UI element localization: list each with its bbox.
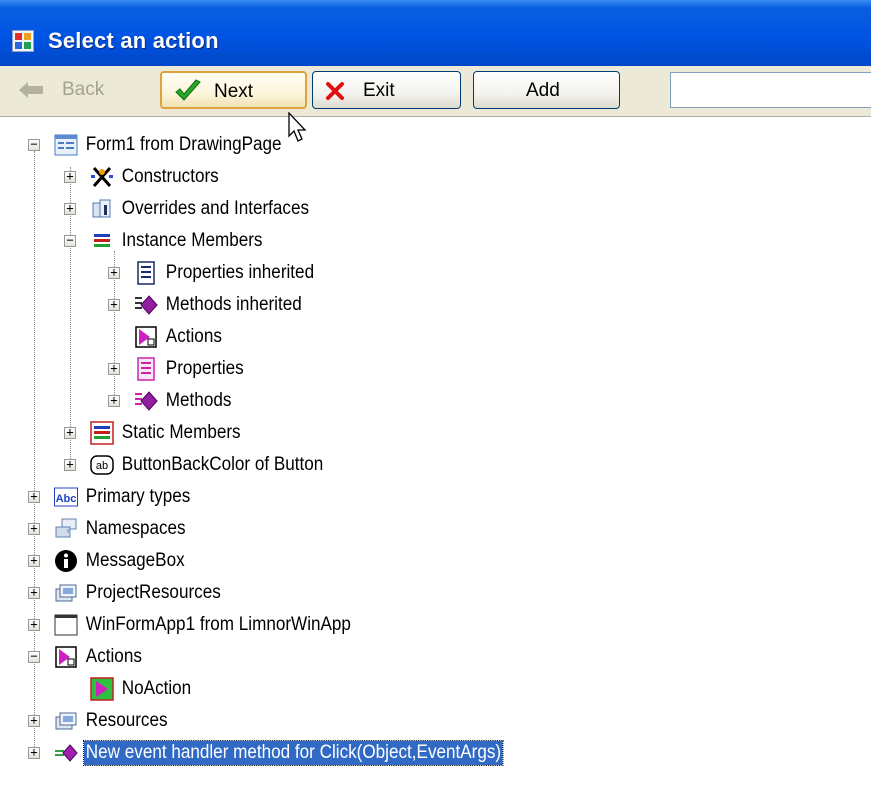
method-icon: [135, 391, 158, 411]
expand-toggle[interactable]: +: [108, 362, 120, 375]
action-icon: [55, 646, 77, 668]
window-icon: [54, 614, 78, 636]
expand-toggle[interactable]: +: [64, 170, 76, 183]
title-bar[interactable]: Select an action: [0, 0, 871, 66]
tree-node-methods-inherited[interactable]: + Methods inherited: [108, 290, 319, 320]
expand-toggle[interactable]: +: [28, 586, 40, 599]
tree-node-label: NoAction: [121, 678, 192, 699]
tree-node-label: Form1 from DrawingPage: [85, 134, 282, 155]
next-label: Next: [214, 81, 254, 102]
tree-node-label: Overrides and Interfaces: [121, 198, 310, 219]
interface-icon: [92, 199, 111, 218]
svg-text:Abc: Abc: [56, 493, 77, 505]
close-icon: [326, 82, 344, 100]
add-button[interactable]: Add: [473, 71, 620, 109]
expand-toggle[interactable]: +: [108, 394, 120, 407]
tree-node-buttonbackcolor[interactable]: + ab ButtonBackColor of Button: [64, 450, 348, 480]
search-input[interactable]: [670, 72, 871, 108]
tree-node-properties[interactable]: + Properties: [108, 354, 255, 384]
collapse-toggle[interactable]: −: [28, 138, 40, 151]
tree-node-label: Primary types: [85, 486, 191, 507]
static-members-icon: [90, 421, 114, 445]
tree-node-label: Methods: [165, 390, 232, 411]
tree-node-instance-members[interactable]: − Instance Members: [64, 226, 280, 256]
noaction-icon: [90, 677, 114, 701]
tree-node-label: Namespaces: [85, 518, 186, 539]
constructor-icon: [91, 167, 113, 187]
abc-icon: Abc: [54, 487, 78, 507]
tree-node-namespaces[interactable]: + Namespaces: [28, 514, 199, 544]
tree-node-overrides[interactable]: + Overrides and Interfaces: [64, 194, 332, 224]
tree-node-constructors[interactable]: + Constructors: [64, 162, 232, 192]
event-handler-icon: [55, 744, 78, 762]
ab-icon: ab: [90, 455, 114, 475]
back-arrow-icon: [19, 82, 43, 98]
tree-node-new-event-handler[interactable]: + New event handler method for Click(Obj…: [28, 738, 549, 768]
expand-toggle[interactable]: +: [28, 554, 40, 567]
back-label: Back: [62, 79, 105, 100]
action-tree[interactable]: − Form1 from DrawingPage + Constructors …: [0, 117, 871, 791]
svg-text:ab: ab: [96, 460, 108, 472]
expand-toggle[interactable]: +: [108, 298, 120, 311]
expand-toggle[interactable]: +: [108, 266, 120, 279]
resources-icon: [55, 712, 77, 730]
collapse-toggle[interactable]: −: [28, 650, 40, 663]
expand-toggle[interactable]: +: [64, 426, 76, 439]
tree-node-label: ButtonBackColor of Button: [121, 454, 324, 475]
exit-button[interactable]: Exit: [312, 71, 461, 109]
next-button[interactable]: Next: [160, 71, 307, 109]
tree-node-label: ProjectResources: [85, 582, 221, 603]
tree-node-label: Static Members: [121, 422, 241, 443]
mouse-cursor-icon: [288, 112, 307, 142]
tree-node-messagebox[interactable]: + MessageBox: [28, 546, 198, 576]
method-icon: [135, 295, 158, 315]
tree-node-label: Properties: [165, 358, 244, 379]
tree-node-label: Resources: [85, 710, 168, 731]
tree-node-methods[interactable]: + Methods: [108, 386, 241, 416]
exit-label: Exit: [363, 80, 395, 101]
tree-node-noaction[interactable]: NoAction: [64, 674, 201, 704]
expand-toggle[interactable]: +: [28, 618, 40, 631]
expand-toggle[interactable]: +: [28, 490, 40, 503]
tree-node-primary-types[interactable]: + Abc Primary types: [28, 482, 204, 512]
tree-node-label: Constructors: [121, 166, 219, 187]
tree-node-properties-inherited[interactable]: + Properties inherited: [108, 258, 333, 288]
tree-node-label: New event handler method for Click(Objec…: [83, 740, 504, 766]
tree-node-static-members[interactable]: + Static Members: [64, 418, 256, 448]
add-label: Add: [526, 80, 560, 101]
info-icon: [55, 550, 77, 572]
action-icon: [135, 326, 157, 348]
tree-node-actions[interactable]: − Actions: [28, 642, 150, 672]
tree-node-label: Properties inherited: [165, 262, 315, 283]
expand-toggle[interactable]: +: [64, 458, 76, 471]
properties-pink-icon: [137, 357, 155, 381]
tree-node-resources[interactable]: + Resources: [28, 706, 179, 736]
properties-icon: [137, 261, 155, 285]
tree-node-label: Instance Members: [121, 230, 263, 251]
expand-toggle[interactable]: +: [64, 202, 76, 215]
tree-node-label: WinFormApp1 from LimnorWinApp: [85, 614, 351, 635]
collapse-toggle[interactable]: −: [64, 234, 76, 247]
tree-node-form1[interactable]: − Form1 from DrawingPage: [28, 130, 306, 160]
tree-node-actions-instance[interactable]: Actions: [108, 322, 230, 352]
expand-toggle[interactable]: +: [28, 714, 40, 727]
tree-node-winformapp1[interactable]: + WinFormApp1 from LimnorWinApp: [28, 610, 383, 640]
tree-node-projectresources[interactable]: + ProjectResources: [28, 578, 238, 608]
tree-node-label: MessageBox: [85, 550, 185, 571]
expand-toggle[interactable]: +: [28, 522, 40, 535]
checkmark-icon: [175, 79, 201, 101]
tree-node-label: Actions: [165, 326, 222, 347]
form-icon: [54, 134, 78, 156]
back-button[interactable]: Back: [8, 71, 152, 109]
window-title: Select an action: [48, 28, 219, 53]
tree-node-label: Actions: [85, 646, 142, 667]
expand-toggle[interactable]: +: [28, 746, 40, 759]
members-icon: [94, 234, 110, 247]
namespace-icon: [55, 518, 77, 538]
tree-node-label: Methods inherited: [165, 294, 302, 315]
resources-icon: [55, 584, 77, 602]
toolbar: Back Next Exit Add: [0, 66, 871, 117]
app-icon: [12, 30, 34, 52]
